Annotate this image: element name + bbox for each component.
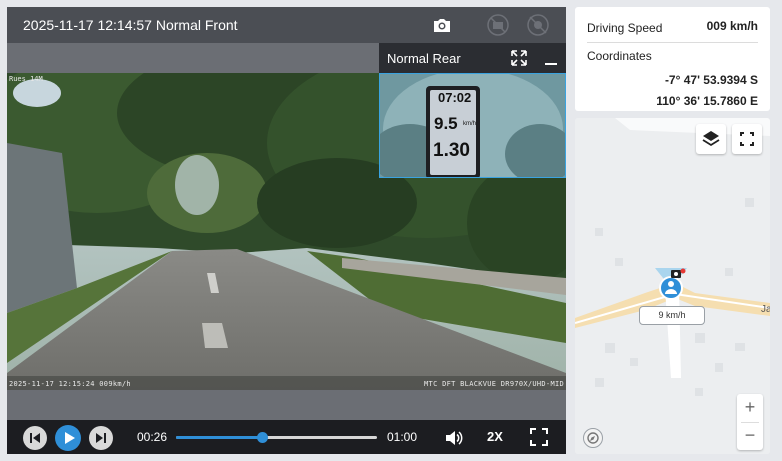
longitude-value: 110° 36' 15.7860 E: [656, 94, 758, 108]
overlay-device-info: MTC DFT BLACKVUE DR970X/UHD-MID: [424, 380, 564, 388]
fullscreen-icon[interactable]: [529, 427, 549, 447]
seek-bar[interactable]: [176, 432, 377, 443]
video-title: 2025-11-17 12:14:57 Normal Front: [23, 17, 238, 33]
map-place-label: Ja: [761, 304, 770, 315]
info-panel: Driving Speed 009 km/h Coordinates -7° 4…: [575, 7, 770, 111]
map-speed-label: 9 km/h: [639, 306, 705, 325]
zoom-controls: + −: [737, 394, 763, 450]
latitude-value: -7° 47' 53.9394 S: [664, 73, 758, 87]
step-back-icon: [30, 433, 40, 443]
rear-gps-distance: 1.30: [433, 140, 470, 161]
coordinates-label: Coordinates: [587, 49, 652, 63]
camera-off-icon[interactable]: [526, 13, 550, 37]
total-time: 01:00: [387, 430, 418, 444]
playback-controls: 00:26 01:00 2X: [7, 420, 566, 454]
rear-gps-unit: km/h: [463, 121, 477, 127]
map-panel[interactable]: Ja 9 km/h + −: [575, 118, 770, 454]
play-button[interactable]: [55, 425, 81, 451]
next-frame-button[interactable]: [89, 426, 113, 450]
rear-camera-view[interactable]: 07:02 9.5 km/h 1.30: [379, 73, 566, 178]
minimize-icon[interactable]: [543, 49, 559, 67]
driving-speed-value: 009 km/h: [706, 19, 758, 33]
driving-speed-label: Driving Speed: [587, 21, 663, 35]
expand-icon: [740, 132, 754, 146]
zoom-out-button[interactable]: −: [737, 422, 763, 450]
seek-handle[interactable]: [257, 432, 269, 443]
play-icon: [65, 432, 75, 444]
layers-icon: [702, 131, 720, 147]
previous-frame-button[interactable]: [23, 426, 47, 450]
layers-button[interactable]: [696, 124, 726, 154]
step-forward-icon: [96, 433, 106, 443]
map-fullscreen-button[interactable]: [732, 124, 762, 154]
rear-gps-speed: 9.5: [434, 114, 458, 133]
playback-speed-button[interactable]: 2X: [487, 429, 503, 444]
volume-icon[interactable]: [444, 428, 464, 448]
camera-swap-icon[interactable]: [486, 13, 510, 37]
video-bottom-letterbox: [7, 390, 566, 420]
overlay-timestamp: 2025-11-17 12:15:24 009km/h: [9, 380, 131, 388]
overlay-top-left-text: Rues 14M: [9, 75, 43, 83]
compass-icon: [587, 432, 599, 444]
seek-progress: [176, 436, 263, 439]
rear-camera-header: Normal Rear: [379, 43, 566, 73]
rear-gps-time: 07:02: [438, 90, 472, 105]
swap-view-icon[interactable]: [510, 49, 528, 67]
compass-button[interactable]: [583, 428, 603, 448]
zoom-in-button[interactable]: +: [737, 394, 763, 422]
current-time: 00:26: [137, 430, 168, 444]
video-panel: 2025-11-17 12:14:57 Normal Front Rues 14…: [7, 7, 566, 454]
camera-icon[interactable]: [430, 13, 454, 37]
rear-camera-title: Normal Rear: [387, 51, 461, 66]
driving-speed-row: Driving Speed 009 km/h: [587, 19, 758, 43]
video-topbar: 2025-11-17 12:14:57 Normal Front: [7, 7, 566, 43]
dashcam-viewer: 2025-11-17 12:14:57 Normal Front Rues 14…: [0, 0, 782, 461]
